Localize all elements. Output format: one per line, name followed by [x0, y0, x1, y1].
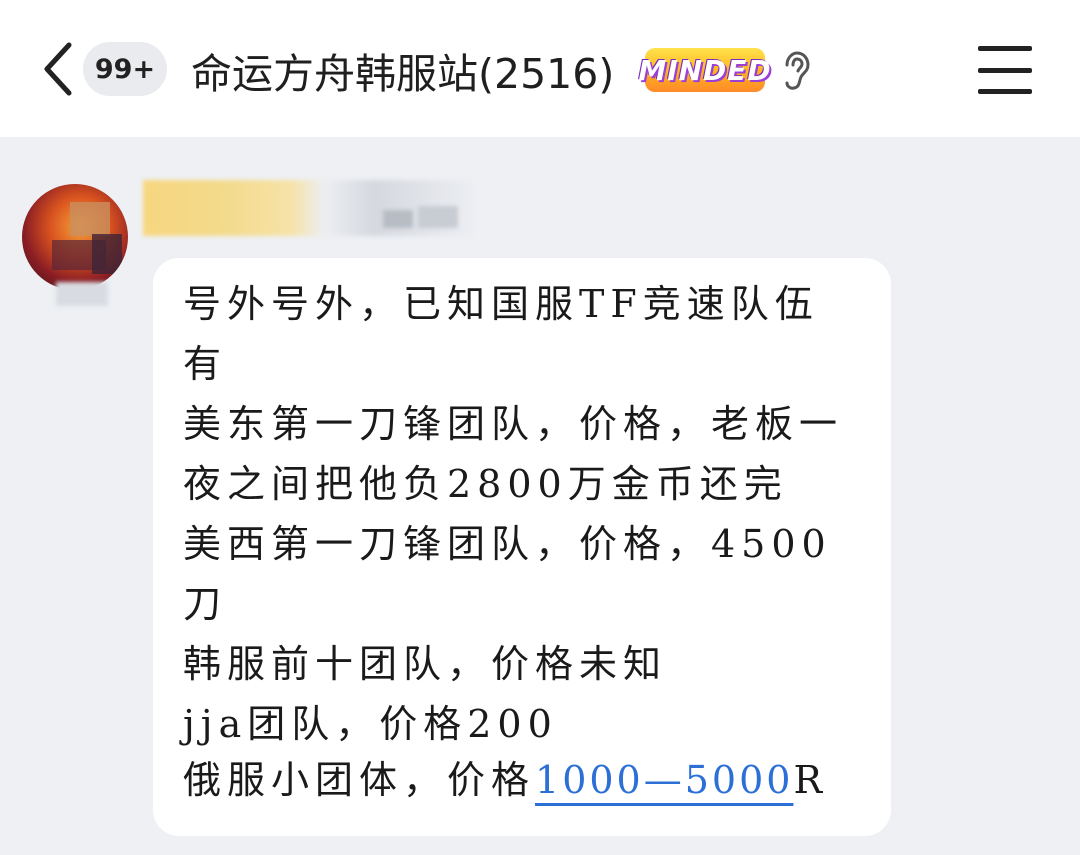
- message-line-last: 俄服小团体，价格1000—5000R: [183, 750, 828, 810]
- menu-bar-middle: [978, 67, 1032, 73]
- avatar-pixel-block: [92, 234, 122, 274]
- menu-bar-bottom: [978, 89, 1032, 94]
- price-suffix: R: [793, 758, 829, 802]
- message-bubble[interactable]: 号外号外，已知国服TF竞速队伍 有 美东第一刀锋团队，价格，老板一 夜之间把他负…: [153, 258, 891, 836]
- message-line: jja团队，价格200: [183, 702, 558, 746]
- sender-tag-blurred: [56, 282, 108, 306]
- blur-block: [383, 210, 413, 228]
- group-level-badge: MINDED: [638, 48, 771, 92]
- menu-bar-top: [978, 46, 1032, 51]
- message-line: 韩服前十团队，价格未知: [183, 642, 668, 686]
- menu-button[interactable]: [978, 46, 1032, 94]
- message-line: 号外号外，已知国服TF竞速队伍: [183, 282, 819, 326]
- price-prefix: 俄服小团体，价格: [183, 758, 536, 802]
- message-line: 刀: [183, 582, 228, 626]
- message-line: 美西第一刀锋团队，价格，4500: [183, 522, 832, 566]
- ear-icon: [785, 51, 810, 90]
- chat-title: 命运方舟韩服站(2516): [191, 50, 615, 98]
- avatar-pixel-block: [70, 202, 110, 236]
- message-line: 美东第一刀锋团队，价格，老板一: [183, 402, 844, 446]
- message-line: 夜之间把他负2800万金币还完: [183, 462, 788, 506]
- message-line: 有: [183, 342, 228, 386]
- sender-avatar[interactable]: [22, 184, 128, 290]
- chevron-left-icon: [44, 42, 72, 96]
- top-bar: 99+ 命运方舟韩服站(2516) MINDED: [0, 0, 1080, 137]
- unread-count-badge[interactable]: 99+: [83, 42, 167, 96]
- ear-mode-button[interactable]: [776, 50, 816, 92]
- blur-block: [418, 206, 458, 228]
- price-range-link[interactable]: 1000—5000: [535, 758, 793, 802]
- sender-name-blurred: [143, 180, 473, 236]
- back-button[interactable]: [36, 38, 80, 100]
